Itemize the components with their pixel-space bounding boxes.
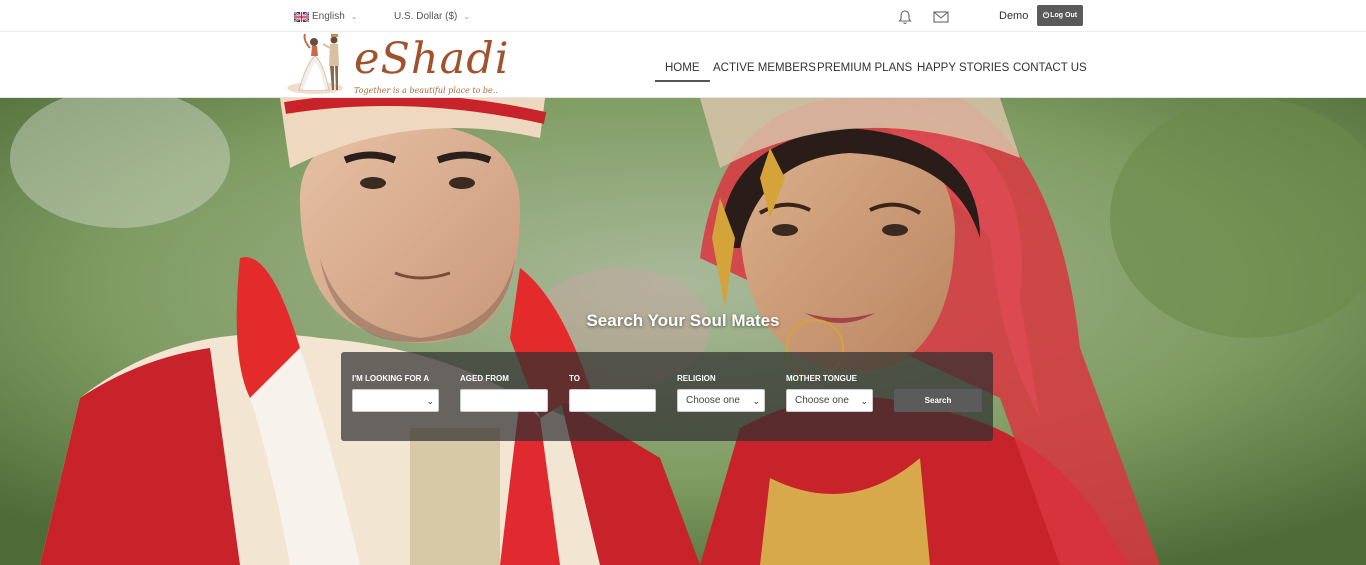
age-to-label: TO: [569, 374, 580, 383]
logout-label: Log Out: [1050, 12, 1078, 19]
user-name[interactable]: Demo: [999, 10, 1028, 22]
uk-flag-icon: [294, 11, 309, 22]
currency-label: U.S. Dollar ($): [394, 11, 458, 22]
religion-select[interactable]: Choose one ⌄: [677, 389, 765, 412]
chevron-down-icon: ⌄: [463, 12, 471, 21]
mother-tongue-label: MOTHER TONGUE: [786, 374, 857, 383]
site-logo[interactable]: eShadi Together is a beautiful place to …: [285, 32, 510, 98]
wedding-couple-photo: [0, 98, 1366, 565]
looking-for-select[interactable]: ⌄: [352, 389, 439, 412]
nav-active-members[interactable]: ACTIVE MEMBERS: [713, 62, 816, 74]
search-title: Search Your Soul Mates: [586, 311, 780, 330]
looking-for-label: I'M LOOKING FOR A: [352, 374, 430, 383]
logout-button[interactable]: ⏻ Log Out: [1037, 5, 1083, 26]
chevron-down-icon: ⌄: [860, 396, 868, 406]
nav-happy-stories[interactable]: HAPPY STORIES: [917, 62, 1009, 74]
religion-value: Choose one: [686, 395, 740, 406]
logo-text: eShadi: [354, 34, 510, 84]
search-panel: I'M LOOKING FOR A ⌄ AGED FROM TO RELIGIO…: [341, 352, 993, 441]
age-to-input[interactable]: [569, 389, 656, 412]
mother-tongue-value: Choose one: [795, 395, 849, 406]
top-bar: English ⌄ U.S. Dollar ($) ⌄ Demo ⏻ Log O…: [0, 0, 1366, 32]
logo-tagline: Together is a beautiful place to be..: [354, 86, 498, 95]
mother-tongue-select[interactable]: Choose one ⌄: [786, 389, 873, 412]
currency-selector[interactable]: U.S. Dollar ($) ⌄: [394, 11, 470, 22]
chevron-down-icon: ⌄: [350, 12, 358, 21]
language-selector[interactable]: English ⌄: [294, 11, 358, 22]
hero-banner: Search Your Soul Mates I'M LOOKING FOR A…: [0, 98, 1366, 565]
aged-from-input[interactable]: [460, 389, 548, 412]
chevron-down-icon: ⌄: [426, 396, 434, 406]
mail-icon[interactable]: [933, 10, 949, 24]
bell-icon[interactable]: [897, 9, 913, 25]
search-button[interactable]: Search: [894, 389, 982, 412]
nav-premium-plans[interactable]: PREMIUM PLANS: [817, 62, 912, 74]
power-icon: ⏻: [1042, 10, 1050, 20]
language-label: English: [312, 11, 345, 22]
couple-logo-icon: [287, 33, 343, 94]
religion-label: RELIGION: [677, 374, 716, 383]
site-header: eShadi Together is a beautiful place to …: [0, 32, 1366, 98]
nav-home[interactable]: HOME: [655, 62, 710, 82]
nav-contact-us[interactable]: CONTACT US: [1013, 62, 1087, 74]
aged-from-label: AGED FROM: [460, 374, 509, 383]
chevron-down-icon: ⌄: [752, 396, 760, 406]
